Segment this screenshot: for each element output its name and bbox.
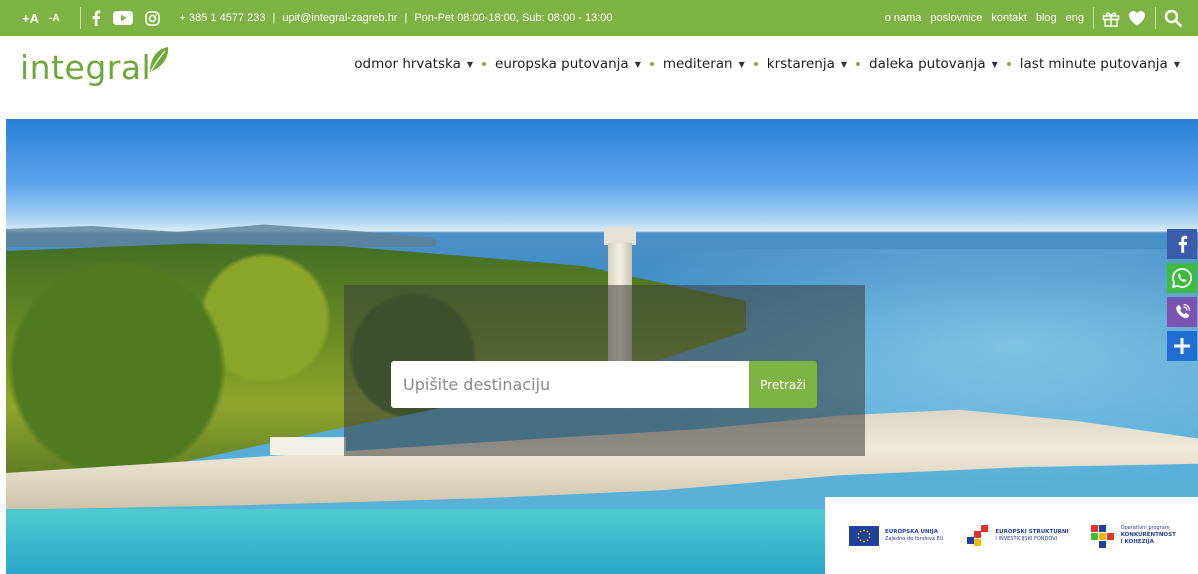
nav-item-label: europska putovanja [495,56,629,72]
viber-icon[interactable] [1167,297,1197,327]
chevron-down-icon: ▼ [991,59,998,69]
phone-number[interactable]: + 385 1 4577 233 [180,12,266,24]
font-decrease-button[interactable]: -A [49,13,60,24]
facebook-icon[interactable] [91,10,101,26]
esif-logo: EUROPSKI STRUKTURNI I INVESTICIJSKI FOND… [965,524,1069,547]
chevron-down-icon: ▼ [634,59,641,69]
logo[interactable]: integral [20,44,169,90]
destination-search-input[interactable] [391,361,749,408]
nav-item-odmor-hrvatska[interactable]: odmor hrvatska ▼ [354,56,473,72]
white-house [270,437,346,455]
chevron-down-icon: ▼ [840,59,848,69]
nav-item-label: mediteran [662,56,733,72]
working-hours: Pon-Pet 08:00-18:00, Sub: 08:00 - 13:00 [414,12,613,24]
link-poslovnice[interactable]: poslovnice [930,12,982,24]
email-link[interactable]: upit@integral-zagreb.hr [282,12,397,24]
eu-subtitle: Zajedno do fondova EU [885,535,944,542]
chevron-down-icon: ▼ [1173,59,1180,69]
nav-item-label: odmor hrvatska [354,56,461,72]
nav-item-daleka-putovanja[interactable]: daleka putovanja ▼ [869,56,998,72]
nav-separator-dot [856,62,861,66]
youtube-icon[interactable] [112,11,133,25]
nav-separator-dot [649,62,654,66]
eu-funding-logos: EUROPSKA UNIJA Zajedno do fondova EU EUR… [825,497,1198,574]
nav-item-europska-putovanja[interactable]: europska putovanja ▼ [495,56,641,72]
divider: | [272,12,276,24]
facebook-share-icon[interactable] [1167,229,1197,259]
divider [79,7,81,29]
distant-island [6,224,436,247]
whatsapp-icon[interactable] [1167,263,1197,293]
op-title: Operativni program [1120,525,1170,531]
op-subtitle-2: I KOHEZIJA [1120,539,1154,545]
eu-logo: EUROPSKA UNIJA Zajedno do fondova EU [849,525,943,546]
font-increase-button[interactable]: +A [22,11,39,26]
nav-separator-dot [482,62,487,66]
chevron-down-icon: ▼ [738,59,745,69]
nav-item-mediteran[interactable]: mediteran ▼ [663,56,745,72]
nav-item-krstarenja[interactable]: krstarenja ▼ [767,56,847,72]
eu-title: EUROPSKA UNIJA [885,528,938,535]
leaf-icon [147,46,169,78]
nav-separator-dot [753,62,758,66]
nav-item-label: daleka putovanja [869,56,986,72]
nav-item-label: krstarenja [766,56,835,72]
share-sidebar [1167,229,1197,361]
link-kontakt[interactable]: kontakt [991,12,1026,24]
gift-icon[interactable] [1102,10,1120,27]
top-bar-left: +A -A + 385 1 4577 233 | upit@integral-z… [0,0,613,36]
link-eng[interactable]: eng [1066,12,1084,24]
nav-separator-dot [1006,62,1011,66]
link-blog[interactable]: blog [1036,12,1057,24]
chevron-down-icon: ▼ [466,59,474,69]
instagram-icon[interactable] [144,10,160,26]
main-header: integral odmor hrvatska ▼ europska putova… [0,36,1198,102]
eu-logo-text: EUROPSKA UNIJA Zajedno do fondova EU [885,529,943,543]
top-bar-right: o nama poslovnice kontakt blog eng [876,0,1198,36]
search-box: Pretraži [391,361,817,408]
search-icon[interactable] [1164,9,1182,27]
esif-logo-text: EUROPSKI STRUKTURNI I INVESTICIJSKI FOND… [995,529,1068,543]
esif-subtitle: I INVESTICIJSKI FONDOVI [995,535,1058,542]
esif-squares-icon [965,524,989,547]
plus-icon[interactable] [1167,331,1197,361]
link-o-nama[interactable]: o nama [885,12,922,24]
logo-text: integral [20,47,152,87]
top-bar: +A -A + 385 1 4577 233 | upit@integral-z… [0,0,1198,36]
divider: | [404,12,408,24]
heart-icon[interactable] [1128,10,1146,26]
op-squares-icon [1090,524,1115,548]
op-logo-text: Operativni program KONKURENTNOST I KOHEZ… [1121,525,1176,546]
divider [1093,7,1094,29]
eu-flag-icon [849,525,879,546]
main-nav: odmor hrvatska ▼ europska putovanja ▼ medi… [354,56,1180,72]
op-logo: Operativni program KONKURENTNOST I KOHEZ… [1090,524,1176,548]
op-subtitle-1: KONKURENTNOST [1120,532,1176,538]
search-button[interactable]: Pretraži [749,361,817,408]
esif-title: EUROPSKI STRUKTURNI [995,528,1069,535]
nav-item-label: last minute putovanja [1019,56,1168,72]
divider [1155,7,1156,29]
nav-item-last-minute-putovanja[interactable]: last minute putovanja ▼ [1020,56,1180,72]
